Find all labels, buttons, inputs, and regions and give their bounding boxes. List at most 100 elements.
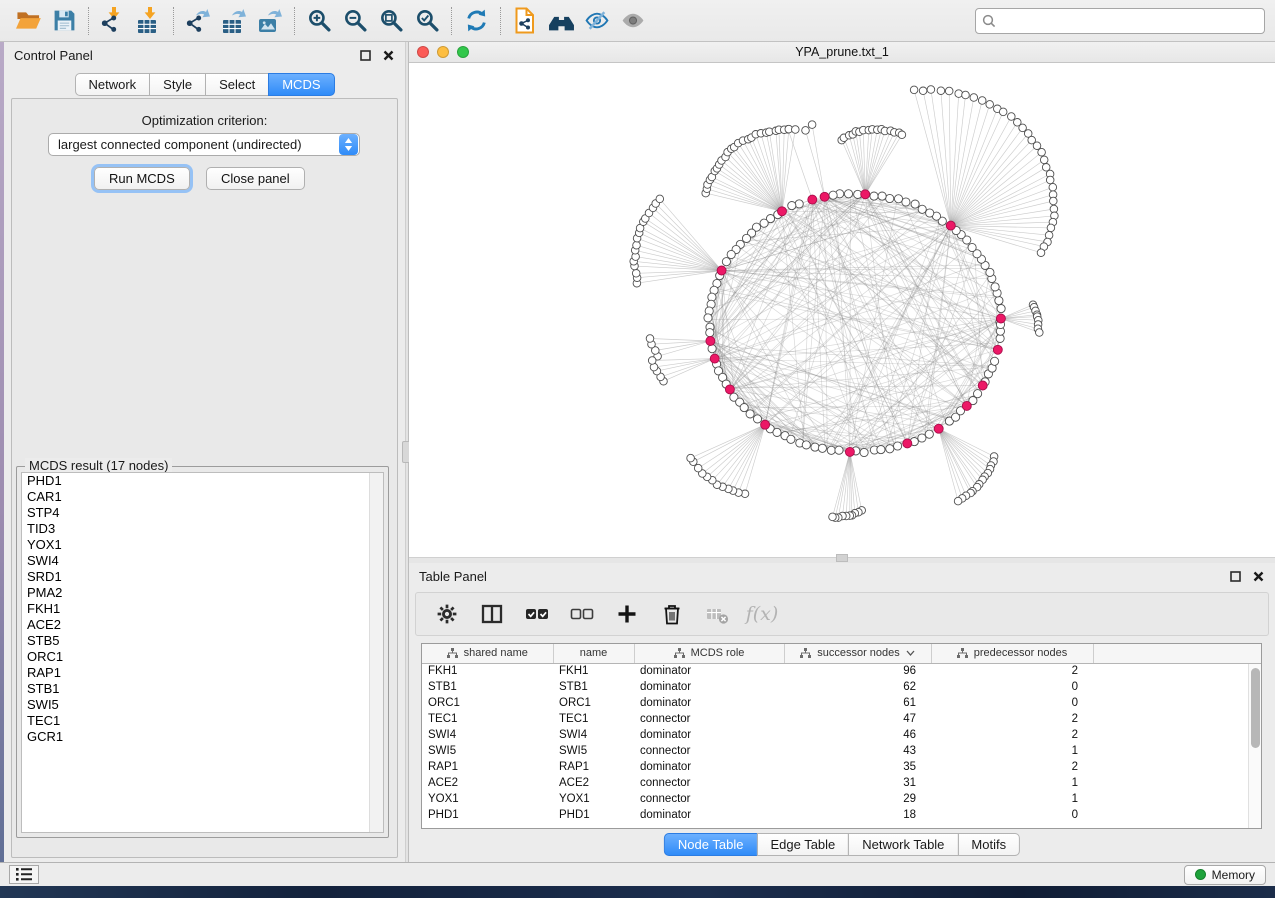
cell-name: ACE2	[553, 775, 634, 791]
network-window-titlebar[interactable]: YPA_prune.txt_1	[409, 42, 1275, 63]
mcds-result-node[interactable]: FKH1	[22, 601, 383, 617]
search-box[interactable]	[975, 8, 1265, 34]
new-network-from-file-button[interactable]	[507, 5, 543, 37]
mcds-result-list[interactable]: PHD1CAR1STP4TID3YOX1SWI4SRD1PMA2FKH1ACE2…	[21, 472, 384, 833]
mcds-result-node[interactable]: YOX1	[22, 537, 383, 553]
mcds-result-node[interactable]: PMA2	[22, 585, 383, 601]
show-all-button	[615, 5, 651, 37]
table-row[interactable]: ACE2ACE2connector311	[422, 775, 1261, 791]
table-row[interactable]: STB1STB1dominator620	[422, 679, 1261, 695]
mcds-result-node[interactable]: TID3	[22, 521, 383, 537]
mcds-result-node[interactable]: ORC1	[22, 649, 383, 665]
mcds-result-node[interactable]: TEC1	[22, 713, 383, 729]
mcds-result-node[interactable]: SRD1	[22, 569, 383, 585]
cell-shared-name: YOX1	[422, 791, 553, 807]
table-row[interactable]: ORC1ORC1dominator610	[422, 695, 1261, 711]
main-toolbar	[0, 0, 1275, 42]
delete-columns-button[interactable]	[657, 599, 687, 629]
import-table-button[interactable]	[131, 5, 167, 37]
table-tab-network-table[interactable]: Network Table	[848, 833, 958, 856]
table-row[interactable]: RAP1RAP1dominator352	[422, 759, 1261, 775]
cell-MCDS-role: connector	[634, 775, 784, 791]
table-tab-node-table[interactable]: Node Table	[664, 833, 758, 856]
column-header-predecessor-nodes[interactable]: predecessor nodes	[931, 644, 1093, 663]
network-fan-nodes[interactable]	[630, 86, 1058, 522]
mcds-result-node[interactable]: CAR1	[22, 489, 383, 505]
cell-shared-name: SWI4	[422, 727, 553, 743]
tab-style[interactable]: Style	[149, 73, 206, 96]
cell-shared-name: PHD1	[422, 807, 553, 823]
tab-select[interactable]: Select	[205, 73, 269, 96]
mcds-result-node[interactable]: STB1	[22, 681, 383, 697]
export-image-button[interactable]	[252, 5, 288, 37]
table-scrollbar-track[interactable]	[1248, 664, 1261, 828]
mcds-result-node[interactable]: GCR1	[22, 729, 383, 745]
cell-MCDS-role: dominator	[634, 679, 784, 695]
cell-MCDS-role: dominator	[634, 807, 784, 823]
cell-MCDS-role: connector	[634, 791, 784, 807]
float-table-panel-icon[interactable]	[1228, 569, 1242, 583]
table-row[interactable]: PHD1PHD1dominator180	[422, 807, 1261, 823]
control-panel-tabs: NetworkStyleSelectMCDS	[74, 73, 334, 96]
mcds-result-node[interactable]: RAP1	[22, 665, 383, 681]
table-panel: Table Panel f(x) shared namenameMCDS rol…	[409, 563, 1275, 858]
mcds-result-node[interactable]: STB5	[22, 633, 383, 649]
table-scrollbar-thumb[interactable]	[1251, 668, 1260, 748]
tab-network[interactable]: Network	[74, 73, 150, 96]
mcds-result-node[interactable]: STP4	[22, 505, 383, 521]
table-panel-tabs: Node TableEdge TableNetwork TableMotifs	[664, 833, 1020, 856]
table-row[interactable]: SWI4SWI4dominator462	[422, 727, 1261, 743]
close-panel-icon[interactable]	[381, 48, 395, 62]
node-table-body: FKH1FKH1dominator962STB1STB1dominator620…	[422, 663, 1261, 823]
status-list-button[interactable]	[9, 865, 39, 884]
table-tab-motifs[interactable]: Motifs	[957, 833, 1020, 856]
float-window-icon[interactable]	[358, 48, 372, 62]
open-session-button[interactable]	[10, 5, 46, 37]
close-table-panel-icon[interactable]	[1251, 569, 1265, 583]
save-session-button[interactable]	[46, 5, 82, 37]
column-header-name[interactable]: name	[553, 644, 634, 663]
save-session-icon	[52, 8, 77, 33]
zoom-fit-button[interactable]	[373, 5, 409, 37]
table-header-row[interactable]: shared namenameMCDS rolesuccessor nodesp…	[422, 644, 1261, 663]
column-header-MCDS-role[interactable]: MCDS role	[634, 644, 784, 663]
zoom-selected-button[interactable]	[409, 5, 445, 37]
table-row[interactable]: FKH1FKH1dominator962	[422, 663, 1261, 679]
table-row[interactable]: SWI5SWI5connector431	[422, 743, 1261, 759]
mcds-list-scrollbar[interactable]	[369, 473, 383, 832]
cell-shared-name: RAP1	[422, 759, 553, 775]
run-mcds-button[interactable]: Run MCDS	[94, 167, 190, 190]
refresh-view-button[interactable]	[458, 5, 494, 37]
cell-shared-name: ORC1	[422, 695, 553, 711]
table-tab-edge-table[interactable]: Edge Table	[756, 833, 849, 856]
first-neighbors-button[interactable]	[543, 5, 579, 37]
network-canvas[interactable]	[409, 63, 1275, 557]
criterion-dropdown[interactable]: largest connected component (undirected)	[48, 133, 360, 156]
zoom-in-button[interactable]	[301, 5, 337, 37]
cell-predecessor-nodes: 1	[931, 791, 1093, 807]
zoom-out-button[interactable]	[337, 5, 373, 37]
hide-selected-button[interactable]	[579, 5, 615, 37]
table-row[interactable]: YOX1YOX1connector291	[422, 791, 1261, 807]
table-row[interactable]: TEC1TEC1connector472	[422, 711, 1261, 727]
import-network-button[interactable]	[95, 5, 131, 37]
tab-mcds[interactable]: MCDS	[268, 73, 334, 96]
cell-shared-name: FKH1	[422, 663, 553, 679]
deselect-all-rows-button[interactable]	[567, 599, 597, 629]
search-input[interactable]	[1001, 14, 1258, 28]
mcds-result-node[interactable]: SWI4	[22, 553, 383, 569]
memory-button[interactable]: Memory	[1184, 865, 1266, 885]
table-settings-button[interactable]	[432, 599, 462, 629]
export-network-button[interactable]	[180, 5, 216, 37]
select-all-rows-button[interactable]	[522, 599, 552, 629]
column-header-shared-name[interactable]: shared name	[422, 644, 553, 663]
close-panel-button[interactable]: Close panel	[206, 167, 305, 190]
column-header-successor-nodes[interactable]: successor nodes	[784, 644, 931, 663]
divider-handle[interactable]	[836, 554, 848, 562]
add-column-button[interactable]	[612, 599, 642, 629]
export-table-button[interactable]	[216, 5, 252, 37]
mcds-result-node[interactable]: PHD1	[22, 473, 383, 489]
mcds-result-node[interactable]: ACE2	[22, 617, 383, 633]
split-panel-button[interactable]	[477, 599, 507, 629]
mcds-result-node[interactable]: SWI5	[22, 697, 383, 713]
